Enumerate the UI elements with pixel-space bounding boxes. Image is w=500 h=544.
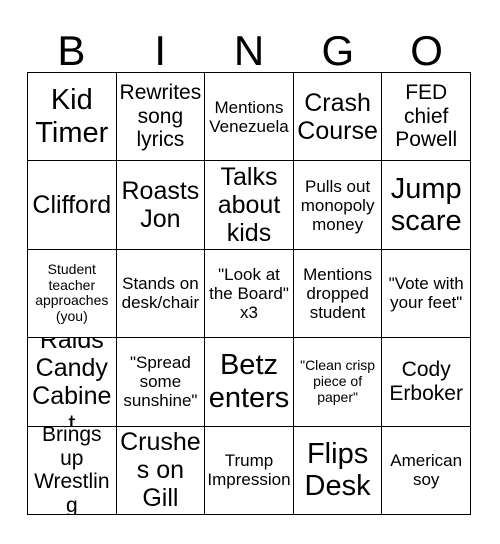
bingo-cell-text: Jump scare xyxy=(390,172,462,238)
bingo-header-letter-b: B xyxy=(57,27,86,74)
bingo-cell-b3[interactable]: Student teacher approaches (you) xyxy=(28,249,117,339)
bingo-cell-text: Flips Desk xyxy=(304,437,371,503)
bingo-header-letter-i: I xyxy=(154,27,167,74)
bingo-cell-text: Brings up Wrestling xyxy=(34,426,110,515)
bingo-cell-text: Roasts Jon xyxy=(121,177,200,234)
bingo-cell-b2[interactable]: Clifford xyxy=(28,161,117,250)
bingo-cell-text: "Spread some sunshine" xyxy=(123,353,198,411)
bingo-cell-text: Raids Candy Cabinet xyxy=(32,338,112,427)
bingo-cell-i4[interactable]: "Spread some sunshine" xyxy=(116,338,206,427)
bingo-cell-text: "Clean crisp piece of paper" xyxy=(300,357,376,405)
bingo-cell-i1[interactable]: Rewrites song lyrics xyxy=(116,73,206,162)
bingo-cell-i2[interactable]: Roasts Jon xyxy=(116,161,206,250)
bingo-cell-text: Clifford xyxy=(32,191,112,220)
bingo-cell-text: Trump Impression xyxy=(207,451,291,490)
bingo-cell-g3[interactable]: Mentions dropped student xyxy=(293,249,383,339)
bingo-cell-text: "Vote with your feet" xyxy=(388,274,464,313)
bingo-cell-text: Pulls out monopoly money xyxy=(300,176,375,234)
bingo-cell-text: Kid Timer xyxy=(35,84,109,149)
bingo-cell-g4[interactable]: "Clean crisp piece of paper" xyxy=(293,338,383,427)
bingo-cell-o5[interactable]: American soy xyxy=(382,426,471,515)
bingo-grid: Kid Timer Rewrites song lyrics Mentions … xyxy=(27,72,471,515)
bingo-cell-n3[interactable]: "Look at the Board" x3 xyxy=(205,249,294,339)
bingo-header-letter-n: N xyxy=(233,27,265,74)
bingo-cell-text: Talks about kids xyxy=(217,163,281,248)
bingo-cell-text: Rewrites song lyrics xyxy=(119,81,202,152)
bingo-cell-text: Betz enters xyxy=(208,349,290,414)
bingo-cell-o2[interactable]: Jump scare xyxy=(382,161,471,250)
bingo-cell-n5[interactable]: Trump Impression xyxy=(205,426,294,515)
bingo-cell-text: Crushes on Gill xyxy=(120,428,201,513)
bingo-cell-n1[interactable]: Mentions Venezuela xyxy=(205,73,294,162)
bingo-cell-b5[interactable]: Brings up Wrestling xyxy=(28,426,117,515)
bingo-cell-g1[interactable]: Crash Course xyxy=(293,73,383,162)
bingo-header-letter-g: G xyxy=(321,27,355,74)
bingo-cell-o3[interactable]: "Vote with your feet" xyxy=(382,249,471,339)
bingo-cell-text: American soy xyxy=(390,451,463,490)
bingo-cell-g5[interactable]: Flips Desk xyxy=(293,426,383,515)
bingo-cell-text: Cody Erboker xyxy=(389,358,463,405)
bingo-cell-g2[interactable]: Pulls out monopoly money xyxy=(293,161,383,250)
bingo-header-letter-o: O xyxy=(410,27,443,74)
bingo-cell-i5[interactable]: Crushes on Gill xyxy=(116,426,206,515)
bingo-cell-i3[interactable]: Stands on desk/chair xyxy=(116,249,206,339)
bingo-cell-o4[interactable]: Cody Erboker xyxy=(382,338,471,427)
bingo-cell-b4[interactable]: Raids Candy Cabinet xyxy=(28,338,117,427)
bingo-cell-text: Student teacher approaches (you) xyxy=(35,261,109,325)
bingo-card: B I N G O Kid Timer Rewrites song lyrics… xyxy=(0,0,500,544)
bingo-cell-n4[interactable]: Betz enters xyxy=(205,338,294,427)
bingo-cell-text: Stands on desk/chair xyxy=(121,274,200,313)
bingo-cell-text: Mentions Venezuela xyxy=(209,97,289,136)
bingo-cell-b1[interactable]: Kid Timer xyxy=(28,73,117,162)
bingo-cell-text: Mentions dropped student xyxy=(303,264,373,322)
bingo-cell-n2[interactable]: Talks about kids xyxy=(205,161,294,250)
bingo-cell-text: FED chief Powell xyxy=(395,81,458,152)
bingo-cell-text: "Look at the Board" x3 xyxy=(209,264,289,322)
bingo-cell-text: Crash Course xyxy=(297,88,378,145)
bingo-header-letters: B I N G O xyxy=(27,16,471,72)
bingo-cell-o1[interactable]: FED chief Powell xyxy=(382,73,471,162)
